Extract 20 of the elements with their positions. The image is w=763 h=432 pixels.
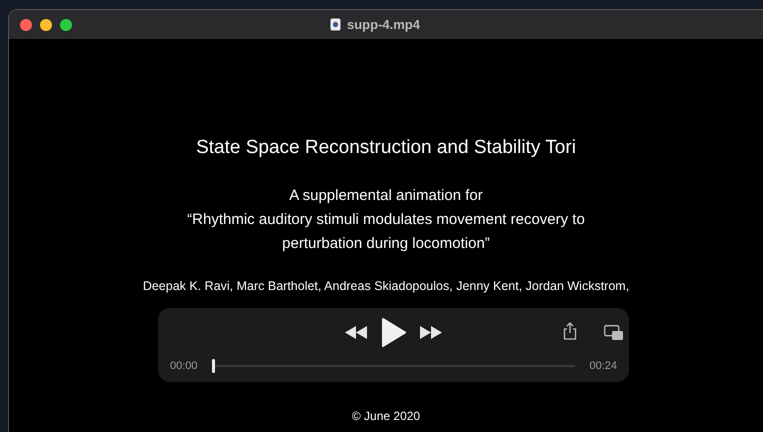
elapsed-time: 00:00 — [170, 359, 198, 374]
rewind-icon[interactable] — [345, 326, 367, 338]
playhead-handle[interactable] — [212, 359, 215, 374]
share-icon[interactable] — [563, 322, 577, 340]
subtitle-line: “Rhythmic auditory stimuli modulates movement recovery to — [187, 210, 585, 230]
duration-time: 00:24 — [589, 359, 617, 374]
author-list: Deepak K. Ravi, Marc Bartholet, Andreas Skiadopoulos, Jenny Kent, Jordan Wickstrom, — [142, 276, 630, 296]
zoom-button[interactable] — [60, 18, 72, 30]
slide-footer: © June 2020 — [352, 407, 420, 425]
minimize-button[interactable] — [40, 18, 52, 30]
picture-in-picture-icon[interactable] — [604, 325, 624, 341]
play-icon[interactable] — [381, 318, 406, 346]
subtitle-line: A supplemental animation for — [289, 186, 483, 206]
fast-forward-icon[interactable] — [420, 326, 442, 338]
close-button[interactable] — [20, 18, 32, 30]
subtitle-line: perturbation during locomotion” — [282, 234, 490, 254]
slide-title: State Space Reconstruction and Stability Tori — [196, 136, 576, 160]
video-file-icon — [330, 18, 342, 31]
window-title: supp-4.mp4 — [347, 16, 420, 34]
progress-track[interactable] — [212, 359, 576, 374]
